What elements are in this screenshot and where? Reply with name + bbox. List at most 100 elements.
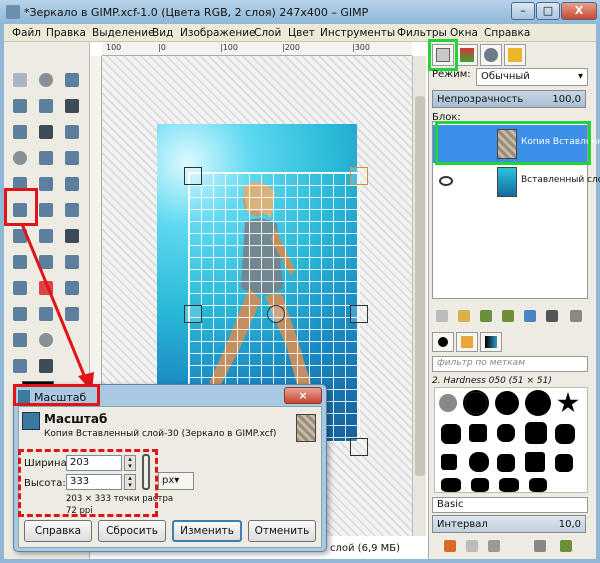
opacity-slider[interactable]: Непрозрачность 100,0 (432, 90, 586, 108)
menu-layer[interactable]: Слой (254, 27, 281, 39)
menu-help[interactable]: Справка (484, 27, 530, 39)
menu-bar: Файл Правка Выделение Вид Изображение Сл… (4, 24, 596, 42)
brush-preset-field[interactable]: Basic (432, 497, 588, 513)
brush-item[interactable] (557, 392, 579, 413)
brush-item[interactable] (441, 424, 461, 444)
measure-tool-icon[interactable] (36, 148, 56, 168)
brush-spacing-slider[interactable]: Интервал 10,0 (432, 515, 586, 533)
dialog-close-button[interactable]: × (284, 387, 322, 404)
foreground-select-tool-icon[interactable] (10, 122, 30, 142)
free-select-tool-icon[interactable] (62, 70, 82, 90)
duplicate-brush-icon[interactable] (488, 540, 500, 552)
brush-item[interactable] (441, 454, 457, 470)
menu-file[interactable]: Файл (12, 27, 41, 39)
close-button[interactable]: X (561, 2, 597, 20)
opacity-label: Непрозрачность (437, 94, 524, 105)
ellipse-select-tool-icon[interactable] (36, 70, 56, 90)
brush-item[interactable] (529, 478, 547, 492)
color-select-tool-icon[interactable] (36, 96, 56, 116)
eye-icon[interactable] (439, 176, 453, 186)
menu-color[interactable]: Цвет (288, 27, 315, 39)
scissors-tool-icon[interactable] (62, 96, 82, 116)
brush-actions-row (444, 540, 584, 554)
brush-item[interactable] (497, 454, 515, 472)
refresh-brushes-icon[interactable] (560, 540, 572, 552)
transform-handle-top-right[interactable] (350, 167, 368, 185)
brush-item[interactable] (439, 394, 457, 412)
brush-item[interactable] (441, 478, 461, 492)
window-title: *Зеркало в GIMP.xcf-1.0 (Цвета RGB, 2 сл… (24, 6, 369, 19)
menu-tools[interactable]: Инструменты (320, 27, 395, 39)
reset-button[interactable]: Сбросить (98, 520, 166, 542)
brush-item[interactable] (555, 454, 573, 472)
undo-history-tab[interactable] (504, 44, 526, 66)
minimize-button[interactable]: – (511, 2, 535, 20)
brushes-tab[interactable] (432, 332, 454, 352)
paths-tab[interactable] (480, 44, 502, 66)
edit-brush-icon[interactable] (444, 540, 456, 552)
new-group-icon[interactable] (458, 310, 470, 322)
brush-item[interactable] (471, 478, 489, 492)
crop-tool-icon[interactable] (36, 174, 56, 194)
patterns-tab[interactable] (456, 332, 478, 352)
channels-tab[interactable] (456, 44, 478, 66)
brush-item[interactable] (495, 391, 519, 415)
perspective-tool-icon[interactable] (62, 200, 82, 220)
scale-layer-icon (22, 412, 40, 430)
move-tool-icon[interactable] (62, 148, 82, 168)
rotate-tool-icon[interactable] (62, 174, 82, 194)
brush-item[interactable] (525, 390, 551, 416)
brush-item[interactable] (555, 424, 575, 444)
transform-center-handle[interactable] (267, 305, 285, 323)
menu-image[interactable]: Изображение (180, 27, 256, 39)
unit-select[interactable]: px▾ (158, 472, 194, 490)
menu-view[interactable]: Вид (152, 27, 173, 39)
color-picker-tool-icon[interactable] (62, 122, 82, 142)
zoom-tool-icon[interactable] (10, 148, 30, 168)
brush-grid[interactable] (434, 387, 588, 493)
brush-item[interactable] (469, 452, 489, 472)
scale-tool-highlight (4, 188, 38, 226)
transform-handle-mid-left[interactable] (184, 305, 202, 323)
selected-layer-highlight (435, 121, 591, 165)
delete-layer-icon[interactable] (570, 310, 582, 322)
new-brush-icon[interactable] (466, 540, 478, 552)
title-bar: *Зеркало в GIMP.xcf-1.0 (Цвета RGB, 2 сл… (0, 0, 600, 24)
rect-select-tool-icon[interactable] (10, 70, 30, 90)
fuzzy-select-tool-icon[interactable] (10, 96, 30, 116)
ruler-label: |100 (220, 43, 238, 52)
unit-value: px (162, 475, 175, 486)
brush-item[interactable] (463, 390, 489, 416)
layer-mode-select[interactable]: Обычный ▾ (476, 68, 588, 86)
lower-layer-icon[interactable] (502, 310, 514, 322)
layer-row[interactable]: Вставленный слой (433, 163, 600, 201)
menu-select[interactable]: Выделение (92, 27, 155, 39)
transform-handle-mid-right[interactable] (350, 305, 368, 323)
brush-item[interactable] (497, 424, 515, 442)
anchor-layer-icon[interactable] (546, 310, 558, 322)
cancel-button[interactable]: Отменить (248, 520, 316, 542)
new-layer-icon[interactable] (436, 310, 448, 322)
horizontal-ruler: 100 |0 |100 |200 |300 (102, 42, 412, 56)
menu-windows[interactable]: Окна (450, 27, 478, 39)
brush-item[interactable] (499, 478, 519, 492)
help-button[interactable]: Справка (24, 520, 92, 542)
scale-apply-button[interactable]: Изменить (172, 520, 242, 542)
transform-handle-top-left[interactable] (184, 167, 202, 185)
brush-tag-filter-input[interactable]: фильтр по меткам (432, 356, 588, 372)
duplicate-layer-icon[interactable] (524, 310, 536, 322)
brush-item[interactable] (469, 424, 487, 442)
transform-handle-bottom-right[interactable] (350, 438, 368, 456)
canvas-vertical-scrollbar[interactable] (412, 56, 426, 536)
raise-layer-icon[interactable] (480, 310, 492, 322)
scrollbar-thumb[interactable] (415, 96, 425, 476)
delete-brush-icon[interactable] (534, 540, 546, 552)
gradients-tab[interactable] (480, 332, 502, 352)
brush-item[interactable] (525, 452, 545, 472)
maximize-button[interactable]: □ (536, 2, 560, 20)
shear-tool-icon[interactable] (36, 200, 56, 220)
paths-tool-icon[interactable] (36, 122, 56, 142)
brush-item[interactable] (525, 422, 547, 444)
menu-filters[interactable]: Фильтры (397, 27, 447, 39)
menu-edit[interactable]: Правка (46, 27, 86, 39)
